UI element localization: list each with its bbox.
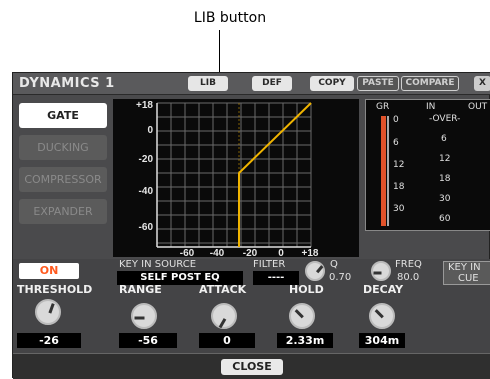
gr-scale-6: 6 [393, 138, 399, 148]
in-scale-12: 12 [439, 154, 451, 164]
meter-out-header: OUT [468, 102, 488, 112]
filter-q-pointer [315, 265, 324, 274]
def-button[interactable]: DEF [252, 76, 292, 91]
gr-scale-30: 30 [393, 204, 405, 214]
filter-q-value: 0.70 [329, 272, 352, 283]
type-expander-button[interactable]: EXPANDER [19, 199, 107, 224]
level-meter: GR IN OUT 0 6 12 18 30 -OVER- 6 12 18 30… [365, 99, 490, 231]
range-pointer [134, 316, 145, 320]
key-in-cue-value: CUE [458, 273, 479, 284]
attack-label: ATTACK [199, 283, 247, 296]
x-tick-2: -20 [243, 248, 258, 257]
y-tick-0: +18 [136, 100, 153, 111]
in-scale-over: -OVER- [429, 114, 461, 124]
x-tick-3: 0 [278, 248, 284, 257]
filter-freq-knob[interactable] [371, 261, 391, 281]
in-scale-30: 30 [439, 194, 451, 204]
in-scale-18: 18 [439, 174, 451, 184]
on-button[interactable]: ON [19, 263, 79, 279]
key-in-cue-label: KEY IN [448, 262, 481, 273]
dynamics-window: DYNAMICS 1 LIB DEF COPY PASTE COMPARE X … [12, 72, 490, 379]
threshold-pointer [48, 303, 55, 314]
type-gate-button[interactable]: GATE [19, 103, 107, 128]
gr-meter-bar [381, 116, 386, 226]
gr-scale-18: 18 [393, 182, 405, 192]
gate-curve-graph: +18 0 -20 -40 -60 -60 -40 -20 0 +18 [113, 99, 359, 259]
meter-in-header: IN [426, 102, 436, 112]
range-knob[interactable] [131, 303, 157, 329]
decay-pointer [374, 309, 384, 319]
lib-button[interactable]: LIB [188, 76, 228, 91]
filter-q-label: Q [330, 259, 338, 270]
threshold-value: -26 [17, 333, 81, 348]
filter-q-knob[interactable] [305, 261, 325, 281]
callout-leader-line [219, 30, 220, 72]
attack-value: 0 [199, 333, 255, 348]
x-tick-1: -40 [210, 248, 225, 257]
key-in-source-label: KEY IN SOURCE [119, 259, 197, 270]
gate-curve-line [238, 102, 312, 247]
filter-freq-pointer [373, 271, 382, 275]
hold-pointer [294, 309, 304, 319]
y-tick-2: -20 [139, 154, 154, 165]
gr-meter-scale [387, 116, 389, 226]
gr-scale-0: 0 [393, 115, 399, 125]
threshold-label: THRESHOLD [17, 283, 93, 296]
x-tick-4: +18 [302, 248, 319, 257]
type-ducking-button[interactable]: DUCKING [19, 135, 107, 160]
paste-button[interactable]: PASTE [357, 76, 399, 91]
gr-scale-12: 12 [393, 160, 405, 170]
filter-label: FILTER [253, 259, 286, 270]
in-scale-6: 6 [441, 134, 447, 144]
hold-label: HOLD [289, 283, 324, 296]
curve-svg: +18 0 -20 -40 -60 -60 -40 -20 0 +18 [136, 100, 319, 259]
close-button[interactable]: CLOSE [221, 359, 283, 375]
meter-gr-header: GR [376, 102, 390, 112]
range-value: -56 [119, 333, 177, 348]
hold-knob[interactable] [289, 303, 315, 329]
compare-button[interactable]: COMPARE [401, 76, 459, 91]
decay-knob[interactable] [369, 303, 395, 329]
copy-button[interactable]: COPY [310, 76, 354, 91]
y-tick-3: -40 [139, 186, 154, 197]
range-label: RANGE [119, 283, 162, 296]
key-in-cue-box[interactable]: KEY IN CUE [443, 261, 490, 285]
hold-value: 2.33m [277, 333, 333, 348]
y-tick-4: -60 [139, 222, 154, 233]
lib-callout-label: LIB button [193, 10, 267, 26]
decay-label: DECAY [363, 283, 404, 296]
in-scale-60: 60 [439, 214, 451, 224]
threshold-knob[interactable] [35, 299, 61, 325]
decay-value: 304m [359, 333, 405, 348]
type-compressor-button[interactable]: COMPRESSOR [19, 167, 107, 192]
x-tick-0: -60 [180, 248, 195, 257]
attack-pointer [218, 318, 227, 329]
y-tick-1: 0 [147, 125, 153, 136]
close-x-button[interactable]: X [474, 76, 490, 91]
window-title: DYNAMICS 1 [19, 76, 115, 91]
attack-knob[interactable] [211, 303, 237, 329]
filter-freq-label: FREQ [395, 259, 422, 270]
title-bar: DYNAMICS 1 LIB DEF COPY PASTE COMPARE X [13, 73, 490, 95]
filter-freq-value: 80.0 [397, 272, 420, 283]
